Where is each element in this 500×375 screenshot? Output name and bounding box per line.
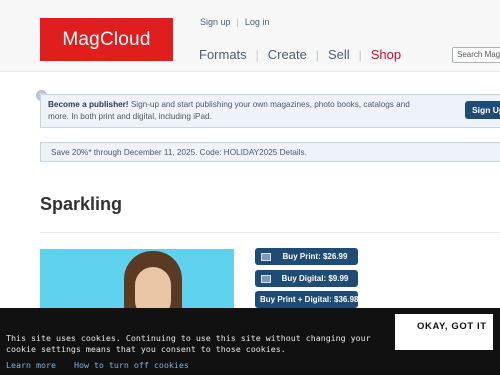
publisher-banner: Become a publisher! Sign-up and start pu… [40,94,500,128]
nav-create[interactable]: Create [268,47,307,62]
learn-more-link[interactable]: Learn more [6,360,56,370]
nav-shop[interactable]: Shop [371,47,401,62]
magcloud-logo[interactable]: MagCloud [40,18,173,61]
cookie-banner: This site uses cookies. Continuing to us… [0,308,500,375]
turn-off-cookies-link[interactable]: How to turn off cookies [74,360,189,370]
buy-digital-button[interactable]: Buy Digital: $9.99 [255,270,358,287]
sign-up-link[interactable]: Sign up [200,17,231,27]
logo-text: MagCloud [62,28,151,50]
publisher-banner-heading: Become a publisher! [48,100,129,109]
book-icon [261,252,271,261]
sign-up-button[interactable]: Sign Up [465,101,500,119]
cookie-text: This site uses cookies. Continuing to us… [6,333,371,354]
tablet-icon [261,274,271,283]
search-input[interactable]: Search MagCloud [452,47,500,63]
publisher-banner-text: Become a publisher! Sign-up and start pu… [48,99,418,123]
log-in-link[interactable]: Log in [245,17,270,27]
buy-print-label: Buy Print: $26.99 [282,252,348,261]
cookie-links: Learn more How to turn off cookies [6,360,189,370]
auth-separator: | [236,17,239,27]
main-nav: Formats | Create | Sell | Shop [199,47,401,62]
nav-separator: | [358,47,362,62]
nav-separator: | [315,47,319,62]
buy-digital-label: Buy Digital: $9.99 [281,274,349,283]
cookie-accept-button[interactable]: OKAY, GOT IT [395,314,493,350]
page-title: Sparkling [40,194,123,214]
promo-banner: Save 20%* through December 11, 2025. Cod… [40,142,500,162]
nav-formats[interactable]: Formats [199,47,247,62]
buy-print-digital-label: Buy Print + Digital: $36.98 [260,295,359,304]
divider [40,232,500,233]
nav-sell[interactable]: Sell [328,47,350,62]
auth-links: Sign up | Log in [200,17,269,27]
nav-separator: | [255,47,259,62]
buy-print-digital-button[interactable]: Buy Print + Digital: $36.98 [255,291,358,308]
site-header: MagCloud Sign up | Log in Formats | Crea… [0,0,500,72]
buy-print-button[interactable]: Buy Print: $26.99 [255,248,358,265]
